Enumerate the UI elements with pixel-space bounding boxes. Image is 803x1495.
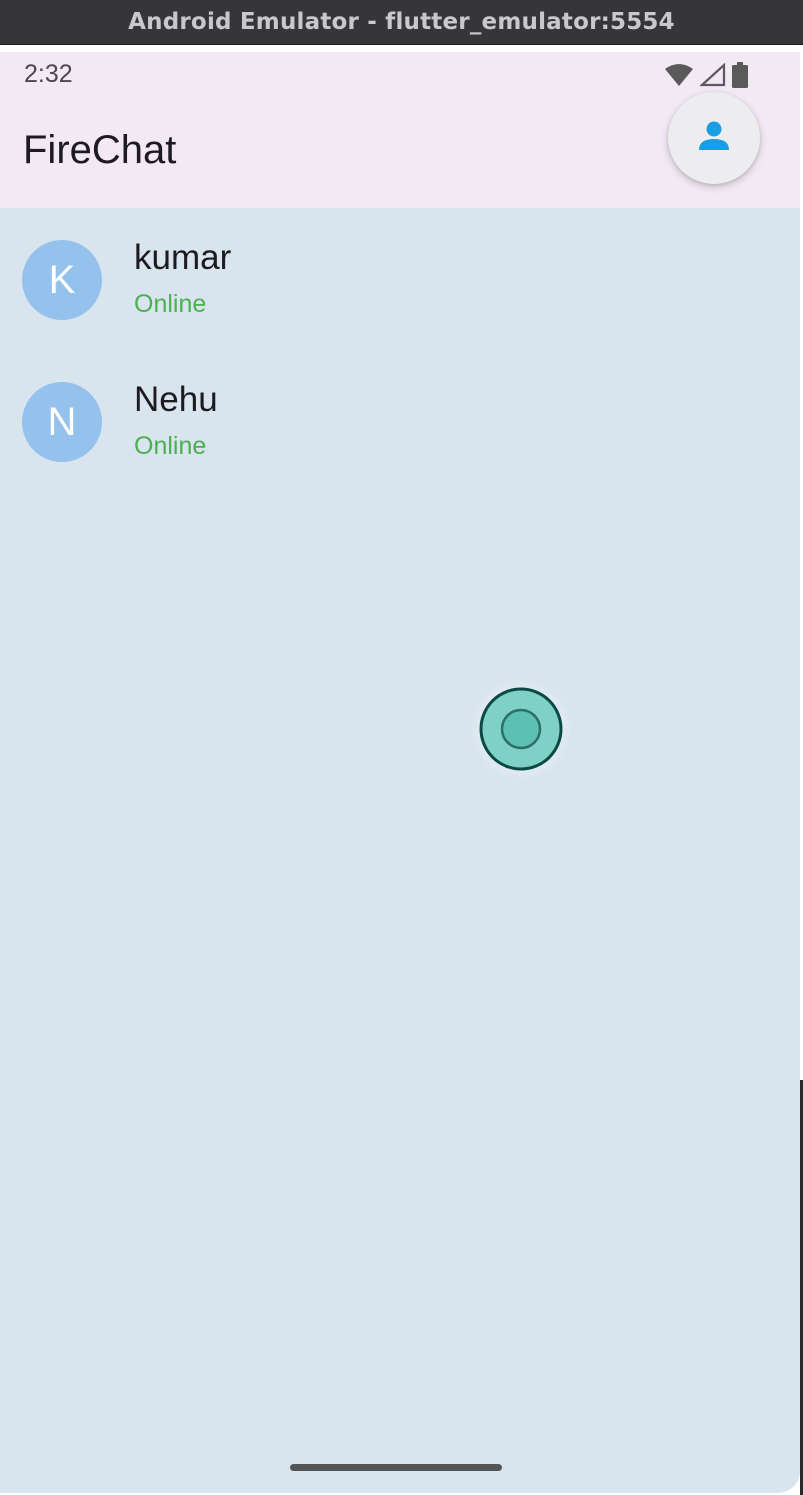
list-item-user[interactable]: K kumar Online xyxy=(0,208,800,350)
signal-icon xyxy=(699,62,726,92)
status-time: 2:32 xyxy=(24,60,73,88)
user-name: Nehu xyxy=(134,380,218,419)
page-title: FireChat xyxy=(23,128,177,172)
battery-icon xyxy=(732,62,748,93)
device-screen: 2:32 FireChat K kumar Online N Nehu Onli… xyxy=(0,52,800,1493)
window-titlebar: Android Emulator - flutter_emulator:5554 xyxy=(0,0,803,45)
touch-point-icon xyxy=(479,687,563,771)
wifi-icon xyxy=(664,63,694,92)
avatar: K xyxy=(22,240,102,320)
window-title: Android Emulator - flutter_emulator:5554 xyxy=(128,9,675,35)
home-indicator[interactable] xyxy=(290,1464,502,1471)
profile-button[interactable] xyxy=(668,92,760,184)
user-name: kumar xyxy=(134,238,232,277)
avatar: N xyxy=(22,382,102,462)
person-icon xyxy=(696,118,732,159)
touch-indicator xyxy=(472,680,570,778)
app-bar: 2:32 FireChat xyxy=(0,52,800,208)
user-list: K kumar Online N Nehu Online xyxy=(0,208,800,492)
status-icons xyxy=(664,62,748,93)
emulator-window: Android Emulator - flutter_emulator:5554… xyxy=(0,0,803,1495)
list-item-user[interactable]: N Nehu Online xyxy=(0,350,800,492)
user-status: Online xyxy=(134,290,207,318)
user-status: Online xyxy=(134,432,207,460)
